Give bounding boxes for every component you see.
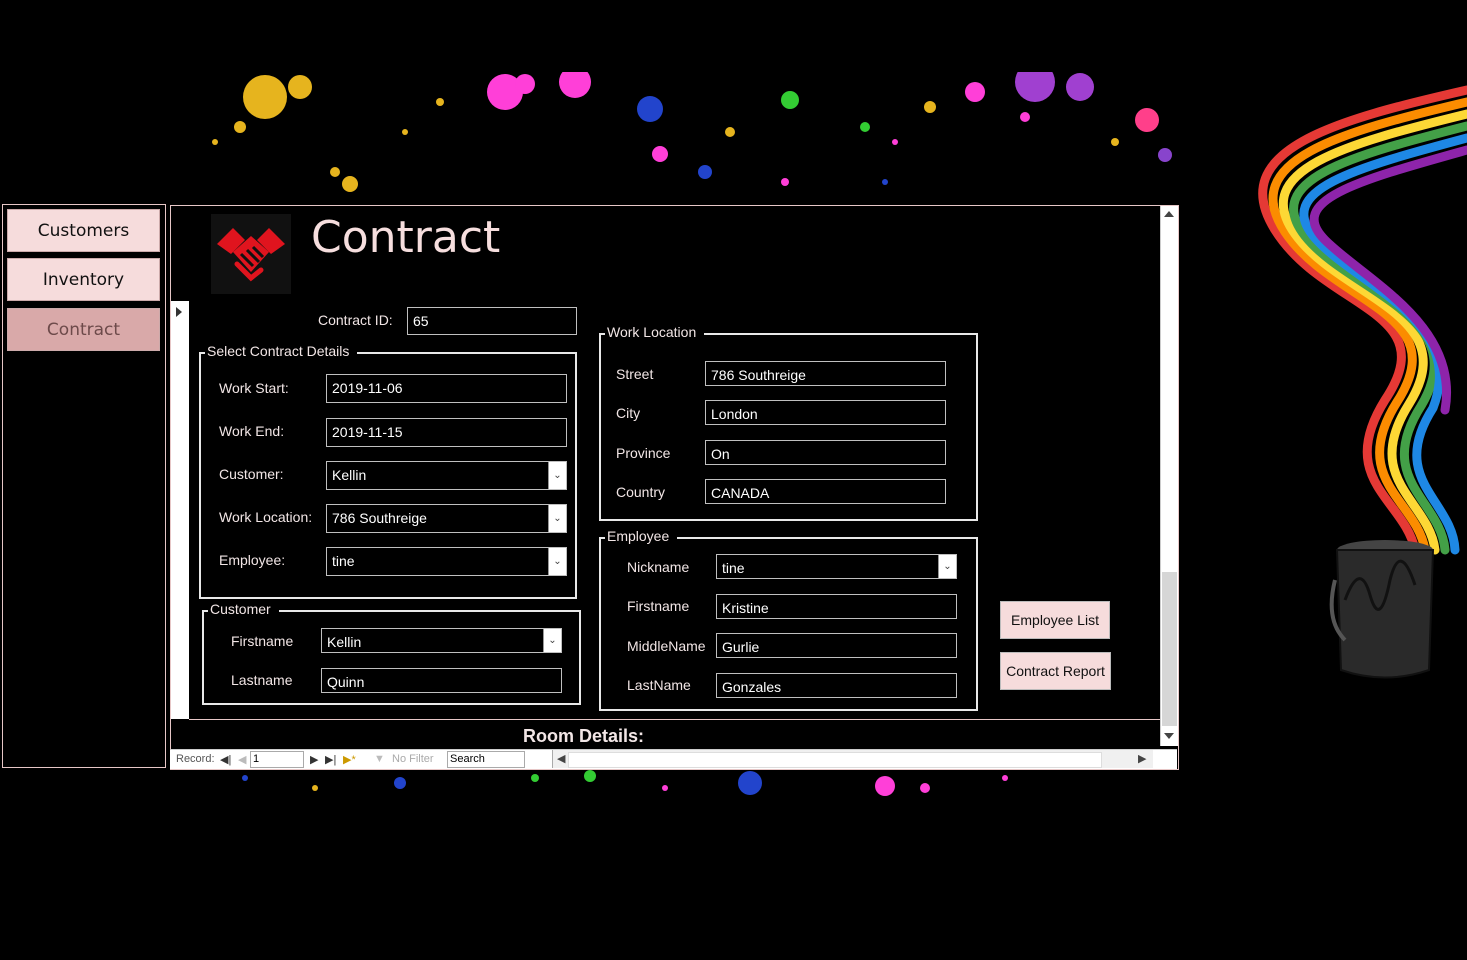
nav-inventory-button[interactable]: Inventory xyxy=(7,258,160,301)
filter-icon: ▼ xyxy=(374,753,385,765)
country-field[interactable]: CANADA xyxy=(705,479,946,504)
employee-group-title: Employee xyxy=(605,528,678,544)
handshake-icon xyxy=(211,214,291,294)
employee-lastname-field[interactable]: Gonzales xyxy=(716,673,957,698)
employee-lastname-label: LastName xyxy=(627,677,691,693)
work-start-field[interactable]: 2019-11-06 xyxy=(326,374,567,403)
nickname-combo-value: tine xyxy=(722,560,745,576)
employee-firstname-field[interactable]: Kristine xyxy=(716,594,957,619)
customer-label: Customer: xyxy=(219,466,284,482)
nav-customers-button[interactable]: Customers xyxy=(7,209,160,252)
customer-firstname-combo[interactable]: Kellin ⌄ xyxy=(321,628,562,653)
work-start-label: Work Start: xyxy=(219,380,289,396)
record-label: Record: xyxy=(176,753,215,765)
chevron-down-icon[interactable]: ⌄ xyxy=(548,548,566,575)
street-field[interactable]: 786 Southreige xyxy=(705,361,946,386)
employee-combo[interactable]: tine ⌄ xyxy=(326,547,567,576)
nav-contract-button[interactable]: Contract xyxy=(7,308,160,351)
customer-combo-value: Kellin xyxy=(332,467,367,483)
contract-form: Contract Contract ID: 65 Select Contract… xyxy=(170,205,1179,770)
work-location-label: Work Location: xyxy=(219,509,313,525)
work-end-label: Work End: xyxy=(219,423,285,439)
customer-firstname-value: Kellin xyxy=(327,634,362,650)
work-end-field[interactable]: 2019-11-15 xyxy=(326,418,567,447)
customer-combo[interactable]: Kellin ⌄ xyxy=(326,461,567,490)
city-label: City xyxy=(616,405,641,421)
employee-middlename-label: MiddleName xyxy=(627,638,706,654)
customer-firstname-label: Firstname xyxy=(231,633,294,649)
contract-details-title: Select Contract Details xyxy=(205,343,358,359)
chevron-down-icon[interactable]: ⌄ xyxy=(938,555,956,578)
employee-list-button[interactable]: Employee List xyxy=(1000,601,1110,639)
employee-label: Employee: xyxy=(219,552,286,568)
section-divider xyxy=(189,719,1160,720)
scroll-down-icon[interactable] xyxy=(1164,733,1174,739)
street-label: Street xyxy=(616,366,654,382)
work-location-combo-value: 786 Southreige xyxy=(332,510,427,526)
employee-firstname-label: Firstname xyxy=(627,598,690,614)
paint-splatter-strip xyxy=(242,770,1008,796)
scroll-left-icon[interactable]: ◀ xyxy=(557,752,565,765)
chevron-down-icon[interactable]: ⌄ xyxy=(543,629,561,652)
record-navigation-bar: Record: ◀| ◀ 1 ▶ ▶| ▶* ▼ No Filter Searc… xyxy=(170,749,1177,769)
search-input[interactable]: Search xyxy=(447,751,525,768)
customer-lastname-field[interactable]: Quinn xyxy=(321,668,562,693)
employee-combo-value: tine xyxy=(332,553,355,569)
next-record-icon[interactable]: ▶ xyxy=(310,753,318,766)
room-details-heading: Room Details: xyxy=(523,726,645,746)
record-number-input[interactable]: 1 xyxy=(250,751,304,768)
current-record-icon xyxy=(176,307,182,317)
chevron-down-icon[interactable]: ⌄ xyxy=(548,505,566,532)
no-filter-button[interactable]: No Filter xyxy=(392,753,434,765)
rainbow-ribbon-illustration xyxy=(1258,85,1467,679)
work-location-combo[interactable]: 786 Southreige ⌄ xyxy=(326,504,567,533)
scroll-up-icon[interactable] xyxy=(1164,211,1174,217)
record-selector[interactable] xyxy=(171,301,189,719)
new-record-icon[interactable]: ▶* xyxy=(343,753,356,766)
city-field[interactable]: London xyxy=(705,400,946,425)
vertical-scroll-track[interactable] xyxy=(1162,572,1177,726)
nickname-label: Nickname xyxy=(627,559,690,575)
employee-middlename-field[interactable]: Gurlie xyxy=(716,633,957,658)
scroll-right-icon[interactable]: ▶ xyxy=(1138,752,1146,765)
last-record-icon[interactable]: ▶| xyxy=(325,753,336,766)
first-record-icon[interactable]: ◀| xyxy=(220,753,231,766)
customer-lastname-label: Lastname xyxy=(231,672,293,688)
form-title: Contract xyxy=(311,212,501,263)
province-label: Province xyxy=(616,445,671,461)
contract-id-field[interactable]: 65 xyxy=(407,307,577,335)
navigation-pane: Customers Inventory Contract xyxy=(2,204,166,768)
work-location-group-title: Work Location xyxy=(605,324,705,340)
country-label: Country xyxy=(616,484,666,500)
chevron-down-icon[interactable]: ⌄ xyxy=(548,462,566,489)
province-field[interactable]: On xyxy=(705,440,946,465)
horizontal-scroll-thumb[interactable] xyxy=(568,752,1102,768)
contract-report-button[interactable]: Contract Report xyxy=(1000,652,1111,690)
paint-can-icon xyxy=(1329,540,1435,679)
paint-splatter-banner xyxy=(185,72,1185,204)
nickname-combo[interactable]: tine ⌄ xyxy=(716,554,957,579)
contract-id-label: Contract ID: xyxy=(318,312,393,328)
customer-group-title: Customer xyxy=(208,601,279,617)
previous-record-icon[interactable]: ◀ xyxy=(238,753,246,766)
